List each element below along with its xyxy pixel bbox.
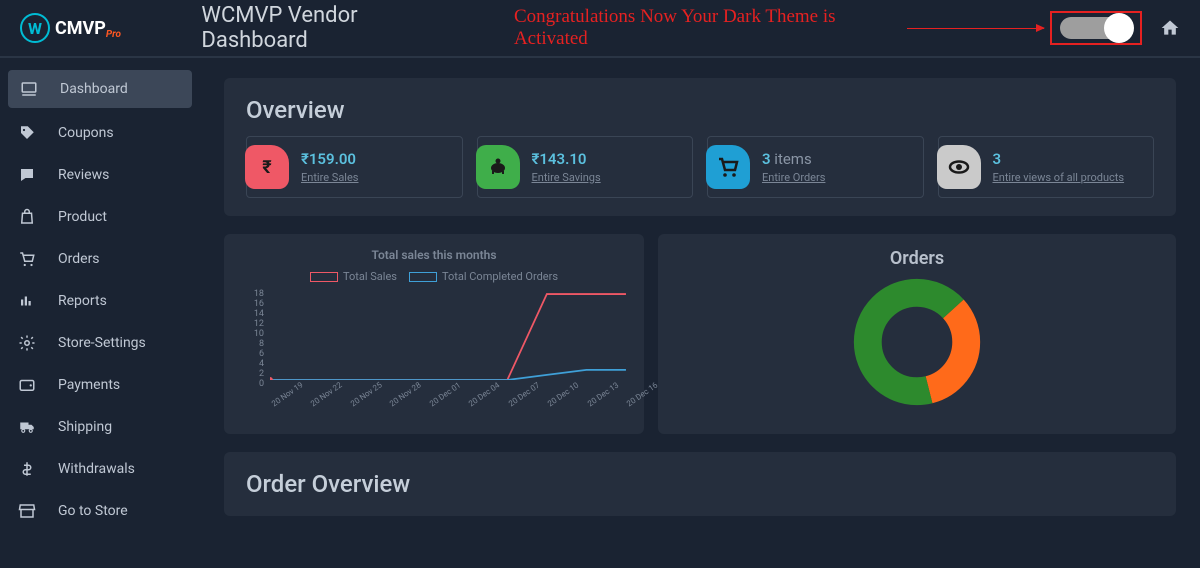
monitor-icon (20, 80, 38, 98)
overview-link[interactable]: Entire views of all products (993, 171, 1125, 184)
sidebar-item-label: Reports (58, 293, 107, 309)
sidebar-item-withdrawals[interactable]: Withdrawals (0, 448, 200, 490)
orders-donut (852, 277, 982, 407)
overview-value: 3 (993, 150, 1125, 168)
svg-text:₹: ₹ (262, 157, 272, 178)
overview-value: 3 items (762, 150, 825, 168)
orders-chart-card: Orders (658, 234, 1176, 434)
legend-total-sales[interactable]: Total Sales (310, 270, 397, 283)
main-content: Overview ₹ ₹159.00 Entire Sales ₹143.10 … (200, 58, 1200, 568)
sidebar-item-label: Reviews (58, 167, 109, 183)
overview-value: ₹143.10 (532, 150, 601, 168)
sales-chart-legend: Total Sales Total Completed Orders (242, 270, 626, 283)
truck-icon (18, 418, 36, 436)
sidebar-item-label: Coupons (58, 125, 114, 141)
annotation-label: Congratulations Now Your Dark Theme is A… (514, 6, 905, 50)
logo-subtext: Pro (106, 29, 121, 40)
sidebar-item-label: Orders (58, 251, 100, 267)
annotation-arrow (907, 28, 1044, 29)
logo-mark: W (20, 13, 50, 43)
overview-card-entire-orders: 3 items Entire Orders (707, 136, 924, 198)
piggy-icon (476, 145, 520, 189)
page-title: WCMVP Vendor Dashboard (201, 3, 464, 53)
bar-icon (18, 292, 36, 310)
y-axis: 181614121086420 (242, 289, 264, 381)
overview-link[interactable]: Entire Savings (532, 171, 601, 184)
chat-icon (18, 166, 36, 184)
sidebar-item-reviews[interactable]: Reviews (0, 154, 200, 196)
sidebar-item-label: Payments (58, 377, 120, 393)
cart-icon (18, 250, 36, 268)
rupee-icon: ₹ (245, 145, 289, 189)
overview-value: ₹159.00 (301, 150, 359, 168)
sidebar-item-shipping[interactable]: Shipping (0, 406, 200, 448)
overview-card: Overview ₹ ₹159.00 Entire Sales ₹143.10 … (224, 78, 1176, 216)
logo-text: CMVP (55, 18, 106, 39)
order-overview-card: Order Overview (224, 452, 1176, 516)
theme-toggle-highlight (1050, 11, 1142, 45)
sidebar-item-dashboard[interactable]: Dashboard (8, 70, 192, 108)
sidebar-item-orders[interactable]: Orders (0, 238, 200, 280)
dollar-icon (18, 460, 36, 478)
sidebar-item-label: Shipping (58, 419, 112, 435)
order-overview-title: Order Overview (246, 470, 1154, 498)
sidebar-item-label: Store-Settings (58, 335, 146, 351)
x-axis: 20 Nov 1920 Nov 2220 Nov 2520 Nov 2820 D… (242, 401, 626, 410)
logo[interactable]: W CMVP Pro (20, 13, 191, 43)
overview-row: ₹ ₹159.00 Entire Sales ₹143.10 Entire Sa… (246, 136, 1154, 198)
overview-card-entire-sales: ₹ ₹159.00 Entire Sales (246, 136, 463, 198)
sidebar: Dashboard Coupons Reviews Product Orders Repo… (0, 58, 200, 568)
sidebar-item-label: Product (58, 209, 107, 225)
line-plot (270, 289, 626, 380)
sidebar-item-payments[interactable]: Payments (0, 364, 200, 406)
wallet-icon (18, 376, 36, 394)
overview-title: Overview (246, 96, 1154, 124)
overview-link[interactable]: Entire Sales (301, 171, 359, 184)
sidebar-item-go-to-store[interactable]: Go to Store (0, 490, 200, 532)
legend-completed-orders[interactable]: Total Completed Orders (409, 270, 558, 283)
store-icon (18, 502, 36, 520)
sidebar-item-label: Withdrawals (58, 461, 135, 477)
bag-icon (18, 208, 36, 226)
tag-icon (18, 124, 36, 142)
charts-row: Total sales this months Total Sales Tota… (224, 234, 1176, 434)
overview-link[interactable]: Entire Orders (762, 171, 825, 184)
sales-chart-title: Total sales this months (242, 248, 626, 262)
eye-icon (937, 145, 981, 189)
cart-icon (706, 145, 750, 189)
gear-icon (18, 334, 36, 352)
topbar: W CMVP Pro WCMVP Vendor Dashboard Congra… (0, 0, 1200, 58)
sidebar-item-label: Dashboard (60, 81, 128, 97)
sidebar-item-label: Go to Store (58, 503, 128, 519)
sidebar-item-store-settings[interactable]: Store-Settings (0, 322, 200, 364)
sales-chart-card: Total sales this months Total Sales Tota… (224, 234, 644, 434)
toggle-knob (1104, 13, 1134, 43)
sidebar-item-coupons[interactable]: Coupons (0, 112, 200, 154)
orders-chart-title: Orders (890, 248, 944, 269)
annotation-text: Congratulations Now Your Dark Theme is A… (514, 6, 1044, 50)
home-icon[interactable] (1160, 18, 1180, 38)
theme-toggle[interactable] (1060, 17, 1132, 39)
overview-card-entire-views-of-all-products: 3 Entire views of all products (938, 136, 1155, 198)
overview-card-entire-savings: ₹143.10 Entire Savings (477, 136, 694, 198)
sidebar-item-product[interactable]: Product (0, 196, 200, 238)
sidebar-item-reports[interactable]: Reports (0, 280, 200, 322)
